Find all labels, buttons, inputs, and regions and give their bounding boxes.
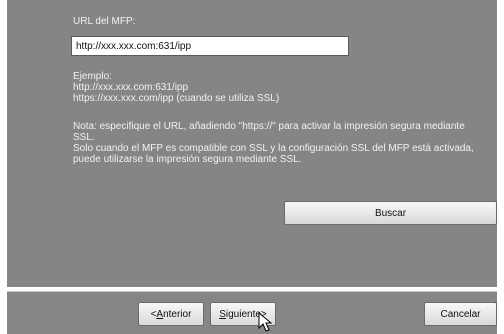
url-input[interactable] bbox=[71, 36, 349, 56]
note-text: Nota: especifique el URL, añadiendo "htt… bbox=[73, 121, 474, 165]
anterior-mnemonic: A bbox=[156, 308, 164, 320]
mouse-cursor-icon bbox=[258, 312, 273, 332]
siguiente-mnemonic: S bbox=[219, 308, 226, 320]
url-label: URL del MFP: bbox=[73, 16, 136, 27]
buscar-button[interactable]: Buscar bbox=[284, 201, 497, 225]
anterior-rest: nterior bbox=[163, 308, 192, 320]
cancelar-label: Cancelar bbox=[440, 308, 481, 320]
main-panel: URL del MFP: Ejemplo: http://xxx.xxx.com… bbox=[7, 0, 497, 287]
buscar-label: Buscar bbox=[374, 207, 407, 219]
siguiente-rest: iguiente bbox=[225, 308, 261, 320]
cancelar-button[interactable]: Cancelar bbox=[424, 302, 497, 326]
anterior-button[interactable]: < Anterior bbox=[138, 302, 204, 326]
example-text: Ejemplo: http://xxx.xxx.com:631/ipp http… bbox=[73, 71, 280, 104]
wizard-window: URL del MFP: Ejemplo: http://xxx.xxx.com… bbox=[0, 0, 504, 334]
